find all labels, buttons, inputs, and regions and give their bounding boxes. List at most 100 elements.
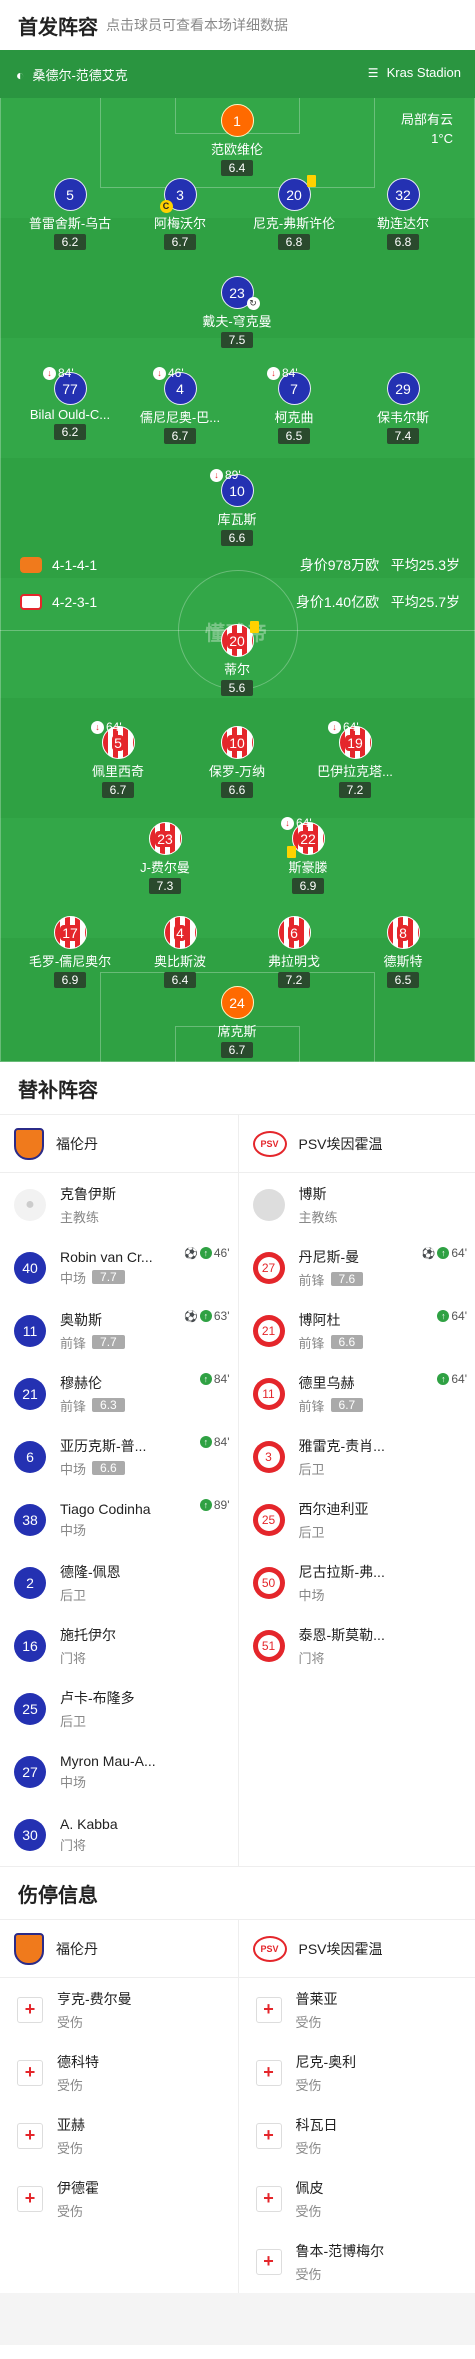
home-player[interactable]: 7 ↓ 84' 柯克曲 6.5 <box>239 366 349 445</box>
player-number: 29 <box>386 372 420 405</box>
injured-player-name: 科瓦日 <box>295 2116 338 2133</box>
away-coach[interactable]: 博斯 主教练 <box>239 1173 475 1236</box>
away-player[interactable]: 24 席克斯 6.7 <box>182 986 292 1059</box>
sub-out-marker: ↓ 64' <box>91 720 122 734</box>
away-player[interactable]: 8 德斯特 6.5 <box>348 916 458 989</box>
player-number: 4 <box>163 916 197 949</box>
player-number: 23 ↻ <box>220 276 260 310</box>
away-player[interactable]: 20 蒂尔 5.6 <box>182 621 292 697</box>
sub-player-row[interactable]: 40 Robin van Cr... 中场 7.7 ⚽ ↑ 46' <box>0 1236 238 1299</box>
away-player[interactable]: 4 奥比斯波 6.4 <box>125 916 235 989</box>
home-player[interactable]: 10 ↓ 89' 库瓦斯 6.6 <box>182 468 292 547</box>
home-player[interactable]: 77 ↓ 84' Bilal Ould-C... 6.2 <box>15 366 125 441</box>
sub-player-row[interactable]: 25 卢卡-布隆多 后卫 <box>0 1677 238 1740</box>
injury-row[interactable]: + 亚赫 受伤 <box>0 2104 238 2167</box>
weather-condition: 局部有云 <box>400 112 453 127</box>
lineup-title: 首发阵容 <box>18 16 98 39</box>
away-injury-column: PSV PSV埃因霍温 + 普莱亚 受伤 + 尼克-奥利 受伤 + 科瓦日 受伤 + … <box>237 1920 475 2293</box>
sub-number: 27 <box>14 1755 46 1788</box>
sub-player-row[interactable]: 6 亚历克斯-普... 中场 6.6 ↑ 84' <box>0 1425 238 1488</box>
home-subs-column: 福伦丹 ● 克鲁伊斯 主教练 40 Robin van Cr... 中场 7.7 ⚽ ↑… <box>0 1115 238 1866</box>
injury-status: 受伤 <box>295 2014 322 2030</box>
sub-player-row[interactable]: 3 雅雷克-责肖... 后卫 <box>239 1425 475 1488</box>
sub-number: 51 <box>252 1629 285 1662</box>
sub-player-row[interactable]: 51 泰恩-斯莫勒... 门将 <box>239 1614 475 1677</box>
home-team-header[interactable]: 福伦丹 <box>0 1920 238 1978</box>
sub-position: 门将 <box>298 1650 325 1666</box>
sub-number: 40 <box>14 1251 46 1284</box>
injury-row[interactable]: + 鲁本-范博梅尔 受伤 <box>239 2230 475 2293</box>
home-team-value: 身价978万欧 <box>299 557 380 573</box>
away-player[interactable]: 23 J-费尔曼 7.3 <box>110 822 220 895</box>
sub-name: 博阿杜 <box>298 1311 341 1328</box>
sub-name: 卢卡-布隆多 <box>60 1689 135 1706</box>
home-player[interactable]: 5 普雷舍斯-乌古 6.2 <box>15 178 125 251</box>
home-player[interactable]: 32 勒连达尔 6.8 <box>348 178 458 251</box>
injury-row[interactable]: + 尼克-奥利 受伤 <box>239 2041 475 2104</box>
player-name: 德斯特 <box>383 954 423 969</box>
home-team-header[interactable]: 福伦丹 <box>0 1115 238 1173</box>
sub-player-row[interactable]: 50 尼古拉斯-弗... 中场 <box>239 1551 475 1614</box>
home-player[interactable]: 20 尼克-弗斯许伦 6.8 <box>239 175 349 251</box>
sub-player-row[interactable]: 11 奥勒斯 前锋 7.7 ⚽ ↑ 63' <box>0 1299 238 1362</box>
sub-in-icon: ↑ <box>199 1499 212 1511</box>
home-team-age: 平均25.3岁 <box>390 557 460 573</box>
away-player[interactable]: 6 弗拉明戈 7.2 <box>239 916 349 989</box>
player-name: 佩里西奇 <box>91 764 144 779</box>
sub-out-marker: ↓ 84' <box>267 366 298 380</box>
sub-out-marker: ↓ 64' <box>281 816 312 830</box>
sub-in-icon: ↑ <box>437 1247 450 1259</box>
player-name: 保韦尔斯 <box>376 410 429 425</box>
sub-player-row[interactable]: 2 德隆-佩恩 后卫 <box>0 1551 238 1614</box>
sub-player-row[interactable]: 16 施托伊尔 门将 <box>0 1614 238 1677</box>
injury-row[interactable]: + 普莱亚 受伤 <box>239 1978 475 2041</box>
medical-cross-icon: + <box>17 2122 43 2149</box>
home-player[interactable]: 1 范欧维伦 6.4 <box>182 104 292 177</box>
sub-player-row[interactable]: 21 穆赫伦 前锋 6.3 ↑ 84' <box>0 1362 238 1425</box>
away-player[interactable]: 5 ↓ 64' 佩里西奇 6.7 <box>63 720 173 799</box>
sub-number: 21 <box>252 1314 285 1347</box>
home-player[interactable]: 29 保韦尔斯 7.4 <box>348 372 458 445</box>
injury-row[interactable]: + 德科特 受伤 <box>0 2041 238 2104</box>
sub-rating: 7.7 <box>92 1335 125 1349</box>
away-player[interactable]: 10 保罗-万纳 6.6 <box>182 726 292 799</box>
subs-title: 替补阵容 <box>18 1079 98 1102</box>
sub-player-row[interactable]: 30 A. Kabba 门将 <box>0 1803 238 1866</box>
away-player[interactable]: 19 ↓ 64' 巴伊拉克塔... 7.2 <box>300 720 410 799</box>
sub-player-row[interactable]: 11 德里乌赫 前锋 6.7 ↑ 64' <box>239 1362 475 1425</box>
home-player[interactable]: 4 ↓ 46' 儒尼尼奥-巴... 6.7 <box>125 366 235 445</box>
lineup-subtitle: 点击球员可查看本场详细数据 <box>106 17 288 33</box>
sub-player-row[interactable]: 21 博阿杜 前锋 6.6 ↑ 64' <box>239 1299 475 1362</box>
injury-row[interactable]: + 科瓦日 受伤 <box>239 2104 475 2167</box>
injured-player-name: 尼克-奥利 <box>295 2053 357 2070</box>
sub-in-icon: ↑ <box>437 1310 450 1322</box>
injury-row[interactable]: + 伊德霍 受伤 <box>0 2167 238 2230</box>
sub-player-row[interactable]: 27 Myron Mau-A... 中场 <box>0 1740 238 1803</box>
home-team-logo-icon <box>20 557 42 573</box>
person-placeholder-icon: ● <box>14 1188 46 1221</box>
sub-player-row[interactable]: 25 西尔迪利亚 后卫 <box>239 1488 475 1551</box>
home-player[interactable]: 3C 阿梅沃尔 6.7 <box>125 178 235 251</box>
home-coach[interactable]: ● 克鲁伊斯 主教练 <box>0 1173 238 1236</box>
sub-event: ⚽ ↑ 46' <box>184 1246 230 1260</box>
injury-status: 受伤 <box>57 2140 84 2156</box>
home-player[interactable]: 23 ↻ 戴夫-穹克曼 7.5 <box>182 276 292 349</box>
sub-number: 2 <box>14 1566 46 1599</box>
away-player[interactable]: 17 毛罗-儒尼奥尔 6.9 <box>15 916 125 989</box>
sub-position: 门将 <box>60 1650 87 1666</box>
away-player[interactable]: 22 ↓ 64' 斯豪滕 6.9 <box>253 816 363 895</box>
venue-right: Kras Stadion <box>386 65 461 80</box>
injury-row[interactable]: + 亨克-费尔曼 受伤 <box>0 1978 238 2041</box>
sub-player-row[interactable]: 27 丹尼斯-曼 前锋 7.6 ⚽ ↑ 64' <box>239 1236 475 1299</box>
away-team-header[interactable]: PSV PSV埃因霍温 <box>238 1115 475 1173</box>
yellow-card-icon <box>249 621 259 633</box>
injury-row[interactable]: + 佩皮 受伤 <box>239 2167 475 2230</box>
sub-player-row[interactable]: 38 Tiago Codinha 中场 ↑ 89' <box>0 1488 238 1551</box>
sub-position: 前锋 <box>298 1272 325 1288</box>
away-team-header[interactable]: PSV PSV埃因霍温 <box>238 1920 475 1978</box>
sub-position: 后卫 <box>298 1461 325 1477</box>
sub-rating: 6.6 <box>92 1461 125 1475</box>
sub-out-icon: ↓ <box>281 816 294 830</box>
coach-name: 博斯 <box>298 1185 327 1202</box>
player-name: 奥比斯波 <box>153 954 206 969</box>
